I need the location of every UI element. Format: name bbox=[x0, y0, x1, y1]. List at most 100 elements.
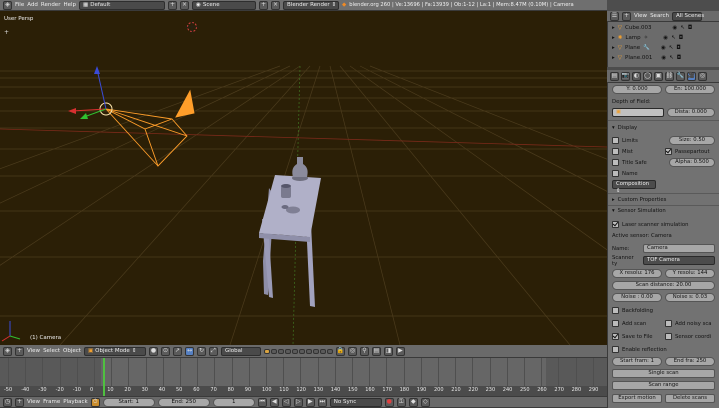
jump-start-icon[interactable]: ⏮ bbox=[257, 397, 267, 407]
scale-manipulator-icon[interactable]: ⤢ bbox=[208, 346, 218, 356]
render-icon[interactable]: ◘ bbox=[679, 35, 683, 41]
timeline-menu-playback[interactable]: Playback bbox=[63, 399, 88, 405]
display-panel-header[interactable]: ▾ Display bbox=[612, 123, 715, 132]
select-arrow-icon[interactable]: ↖ bbox=[680, 25, 685, 31]
viewport-shading-icon[interactable]: ● bbox=[148, 346, 158, 356]
timeline-editor-icon[interactable]: ◷ bbox=[3, 397, 12, 407]
laser-scanner-checkbox[interactable] bbox=[612, 221, 619, 228]
dof-distance-field[interactable]: Dista: 0.000 bbox=[666, 108, 715, 117]
visibility-icon[interactable]: ◉ bbox=[661, 55, 666, 61]
lock-icon[interactable]: 🔒 bbox=[335, 346, 345, 356]
end-frame-field[interactable]: End fra: 250 bbox=[665, 357, 715, 366]
render-engine-selector[interactable]: Blender Render ⇕ bbox=[283, 0, 340, 10]
backfolding-checkbox[interactable] bbox=[612, 307, 619, 314]
menu-select[interactable]: Select bbox=[43, 348, 60, 354]
enable-reflection-checkbox[interactable] bbox=[612, 346, 619, 353]
snap-icon[interactable]: ⚲ bbox=[359, 346, 369, 356]
mist-checkbox[interactable] bbox=[612, 148, 619, 155]
transform-orientation-selector[interactable]: Global bbox=[220, 346, 261, 356]
scan-range-button[interactable]: Scan range bbox=[612, 381, 715, 390]
clip-end-field[interactable]: En: 100.000 bbox=[665, 85, 715, 94]
preview-range-icon[interactable]: ⏱ bbox=[90, 397, 100, 407]
menu-add[interactable]: Add bbox=[27, 2, 38, 8]
custom-properties-header[interactable]: ▸ Custom Properties bbox=[612, 195, 715, 204]
render-anim-icon[interactable]: ▶ bbox=[395, 346, 405, 356]
export-motion-button[interactable]: Export motion bbox=[612, 394, 662, 403]
display-panel-title[interactable]: Display bbox=[618, 125, 638, 131]
end-frame-field[interactable]: End: 250 bbox=[157, 397, 210, 407]
layer-buttons[interactable] bbox=[263, 348, 333, 354]
expand-arrow-icon[interactable]: ▸ bbox=[612, 35, 615, 41]
object-tab-icon[interactable]: ▣ bbox=[654, 71, 663, 81]
outliner-collapse-icon[interactable]: + bbox=[622, 11, 631, 21]
insert-keyframe-icon[interactable]: ◆ bbox=[408, 397, 418, 407]
current-frame-indicator[interactable] bbox=[103, 358, 105, 396]
layer-5-icon[interactable] bbox=[291, 348, 298, 354]
sensor-simulation-title[interactable]: Sensor Simulation bbox=[618, 208, 666, 214]
select-arrow-icon[interactable]: ↖ bbox=[669, 55, 674, 61]
passepartout-checkbox[interactable] bbox=[665, 148, 672, 155]
outliner-filter-selector[interactable]: All Scenes bbox=[671, 11, 704, 21]
x-resolution-field[interactable]: X resolu: 176 bbox=[612, 269, 662, 278]
expand-arrow-icon[interactable]: ▸ bbox=[612, 45, 615, 51]
alpha-field[interactable]: Alpha: 0.500 bbox=[669, 158, 715, 167]
visibility-icon[interactable]: ◉ bbox=[672, 25, 677, 31]
select-arrow-icon[interactable]: ↖ bbox=[669, 45, 674, 51]
camera-data-tab-icon[interactable]: 🎥 bbox=[687, 71, 696, 81]
expand-arrow-icon[interactable]: ▸ bbox=[612, 55, 615, 61]
render-icon[interactable]: ◘ bbox=[688, 25, 692, 31]
menu-view[interactable]: View bbox=[27, 348, 40, 354]
menu-render[interactable]: Render bbox=[41, 2, 61, 8]
layer-3-icon[interactable] bbox=[277, 348, 284, 354]
add-layout-icon[interactable]: + bbox=[168, 0, 178, 10]
title-safe-checkbox[interactable] bbox=[612, 159, 619, 166]
timeline-collapse-icon[interactable]: + bbox=[15, 397, 24, 407]
outliner-item-label[interactable]: Plane.001 bbox=[625, 55, 652, 61]
remove-scene-icon[interactable]: × bbox=[271, 0, 281, 10]
rotate-manipulator-icon[interactable]: ↻ bbox=[196, 346, 206, 356]
next-keyframe-icon[interactable]: ▶ bbox=[305, 397, 315, 407]
outliner-row[interactable]: ▸ ▽ Plane.001 ◉ ↖ ◘ bbox=[612, 55, 681, 61]
outliner-row[interactable]: ▸ ▽ Plane 🔧 ◉ ↖ ◘ bbox=[612, 45, 681, 51]
y-resolution-field[interactable]: Y resolu: 144 bbox=[665, 269, 715, 278]
view3d-editor-icon[interactable]: ◈ bbox=[3, 346, 12, 356]
timeline-editor[interactable]: -50 -40 -30 -20 -10 0 10 20 30 40 50 60 70 80 90 100 110… bbox=[0, 358, 607, 396]
add-scene-icon[interactable]: + bbox=[259, 0, 269, 10]
size-field[interactable]: Size: 0.50 bbox=[669, 136, 715, 145]
outliner-menu-search[interactable]: Search bbox=[650, 13, 669, 19]
editor-type-icon[interactable]: ◈ bbox=[3, 0, 12, 10]
delete-keyframe-icon[interactable]: ◇ bbox=[420, 397, 430, 407]
toolshelf-toggle-icon[interactable]: + bbox=[4, 29, 9, 36]
layer-4-icon[interactable] bbox=[284, 348, 291, 354]
menu-object[interactable]: Object bbox=[63, 348, 81, 354]
layer-1-icon[interactable] bbox=[263, 348, 270, 354]
expand-arrow-icon[interactable]: ▸ bbox=[612, 25, 615, 31]
outliner-editor-icon[interactable]: ☰ bbox=[610, 11, 619, 21]
render-still-icon[interactable]: ◨ bbox=[383, 346, 393, 356]
noise-mu-field[interactable]: Noise : 0.00 bbox=[612, 293, 662, 302]
add-noisy-scan-checkbox[interactable] bbox=[665, 320, 672, 327]
record-icon[interactable]: ● bbox=[384, 397, 394, 407]
3d-viewport[interactable]: User Persp + (1) Camera bbox=[0, 11, 607, 345]
keying-set-icon[interactable]: ⚿ bbox=[396, 397, 406, 407]
world-tab-icon[interactable]: ◯ bbox=[643, 71, 652, 81]
scan-distance-field[interactable]: Scan distance: 20.00 bbox=[612, 281, 715, 290]
outliner-row[interactable]: ▸ ✺ Lamp ✧ ◉ ↖ ◘ bbox=[612, 35, 683, 41]
timeline-menu-view[interactable]: View bbox=[27, 399, 40, 405]
outliner-row[interactable]: ▸ ▽ Cube.003 ◉ ↖ ◘ bbox=[612, 25, 692, 31]
add-scan-checkbox[interactable] bbox=[612, 320, 619, 327]
limits-checkbox[interactable] bbox=[612, 137, 619, 144]
render-tab-icon[interactable]: 📷 bbox=[621, 71, 630, 81]
pivot-point-icon[interactable]: ⊙ bbox=[160, 346, 170, 356]
constraints-tab-icon[interactable]: ⛓ bbox=[665, 71, 674, 81]
outliner[interactable]: ▸ ▽ Cube.003 ◉ ↖ ◘ ▸ ✺ Lamp ✧ ◉ ↖ ◘ ▸ ▽ … bbox=[607, 22, 719, 67]
properties-panel[interactable]: Y: 0.000 En: 100.000 Depth of Field: ▣ D… bbox=[607, 83, 719, 408]
scene-selector[interactable]: ◉ Scene bbox=[192, 0, 257, 10]
modifiers-tab-icon[interactable]: 🔧 bbox=[676, 71, 685, 81]
dof-object-field[interactable]: ▣ bbox=[612, 108, 664, 117]
sensor-coordinates-checkbox[interactable] bbox=[665, 333, 672, 340]
play-icon[interactable]: ▷ bbox=[293, 397, 303, 407]
name-checkbox[interactable] bbox=[612, 170, 619, 177]
layer-8-icon[interactable] bbox=[312, 348, 319, 354]
jump-end-icon[interactable]: ⏭ bbox=[317, 397, 327, 407]
